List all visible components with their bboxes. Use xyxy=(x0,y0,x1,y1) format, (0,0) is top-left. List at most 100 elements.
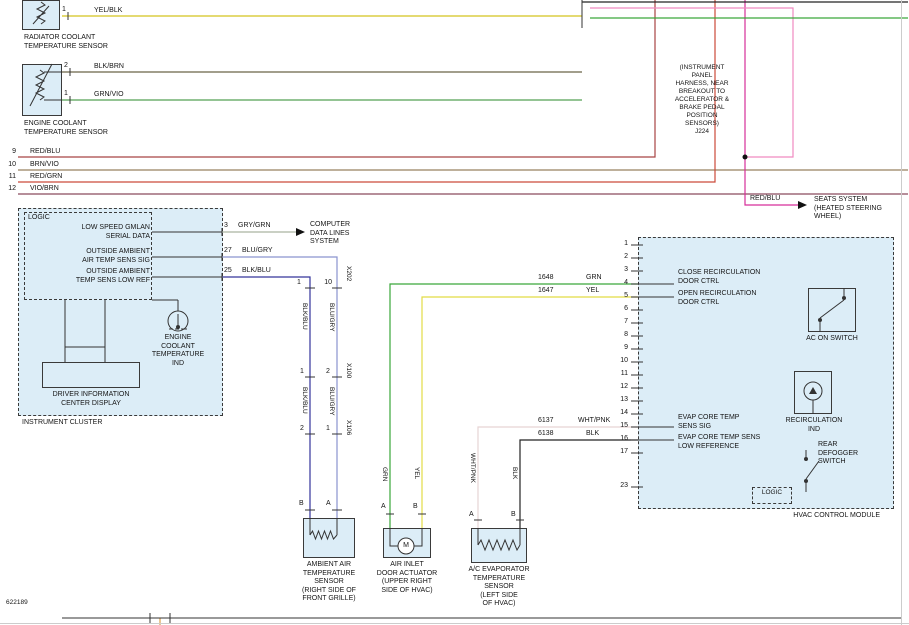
pin-number: 27 xyxy=(224,247,236,256)
hvac-pin-number: 10 xyxy=(610,357,628,366)
wire-color-label: RED/BLU xyxy=(30,148,60,157)
wire-color-label: BLU/GRY xyxy=(242,247,273,256)
hvac-pin-number: 15 xyxy=(610,422,628,431)
cluster-signal-label: OUTSIDE AMBIENT AIR TEMP SENS SIG xyxy=(54,248,150,265)
circuit-number: 6137 xyxy=(538,417,554,426)
ac-switch-contact-icon xyxy=(818,318,822,322)
hvac-logic-label: LOGIC xyxy=(753,489,791,497)
pin-number: 3 xyxy=(224,222,236,231)
ac-on-switch-label: AC ON SWITCH xyxy=(800,335,864,344)
gauge-bulb-icon xyxy=(176,325,180,329)
cluster-logic-label: LOGIC xyxy=(28,214,50,223)
wire-1647-yel xyxy=(422,297,638,528)
hvac-pin-number: 2 xyxy=(610,253,628,262)
diagram-id: 622189 xyxy=(6,599,28,607)
hvac-pin-number: 14 xyxy=(610,409,628,418)
wire-color-label-vertical: BLK/BLU xyxy=(300,387,308,414)
rear-defogger-switch-label: REAR DEFOGGER SWITCH xyxy=(818,441,858,467)
wire-color-label: RED/GRN xyxy=(30,173,62,182)
pin-number: 2 xyxy=(326,368,334,377)
wire-color-label: GRN xyxy=(586,274,602,283)
structural-lines xyxy=(62,0,901,623)
hvac-pin-number: 9 xyxy=(610,344,628,353)
hvac-pin-number: 23 xyxy=(610,482,628,491)
pin-number: 1 xyxy=(300,368,308,377)
j224-junction-dot xyxy=(743,155,748,160)
hvac-pin-number: 1 xyxy=(610,240,628,249)
pin-letter: B xyxy=(299,500,307,509)
ac-switch-contact-icon xyxy=(842,296,846,300)
hvac-signal-label: EVAP CORE TEMP SENS SIG xyxy=(678,414,739,431)
row-number: 10 xyxy=(2,161,16,170)
wire-blu-gry xyxy=(222,257,337,518)
row-number: 9 xyxy=(2,148,16,157)
wiring-diagram: RADIATOR COOLANT TEMPERATURE SENSOR 1 YE… xyxy=(0,0,909,625)
motor-letter: M xyxy=(402,542,411,551)
radiator-sensor-label: RADIATOR COOLANT TEMPERATURE SENSOR xyxy=(24,34,116,51)
circuit-number: 6138 xyxy=(538,430,554,439)
hvac-pin-number: 17 xyxy=(610,448,628,457)
wire-color-label: BLK/BLU xyxy=(242,267,271,276)
wire-color-label-vertical: BLK xyxy=(510,467,518,479)
row-number: 12 xyxy=(2,185,16,194)
pin-number: 2 xyxy=(64,62,74,71)
pin-number: 2 xyxy=(300,425,308,434)
wire-color-label-vertical: BLU/GRY xyxy=(327,303,335,331)
pin-letter: B xyxy=(511,511,519,520)
pin-letter: B xyxy=(413,503,421,512)
wire-color-label: VIO/BRN xyxy=(30,185,59,194)
hvac-pin-number: 3 xyxy=(610,266,628,275)
wire-color-label: BRN/VIO xyxy=(30,161,59,170)
evap-sensor-label: A/C EVAPORATOR TEMPERATURE SENSOR (LEFT … xyxy=(461,566,537,609)
defog-switch-contact-icon xyxy=(804,479,808,483)
engine-sensor-label: ENGINE COOLANT TEMPERATURE SENSOR xyxy=(24,120,116,137)
wire-color-label: WHT/PNK xyxy=(578,417,610,426)
viewer-frame-line xyxy=(0,0,909,625)
dic-display-label: DRIVER INFORMATION CENTER DISPLAY xyxy=(40,391,142,408)
hvac-module-label: HVAC CONTROL MODULE xyxy=(700,512,880,521)
hvac-pin-number: 4 xyxy=(610,279,628,288)
cluster-signal-label: LOW SPEED GMLAN SERIAL DATA xyxy=(54,224,150,241)
hvac-pin-number: 7 xyxy=(610,318,628,327)
connector-label: X106 xyxy=(344,420,352,435)
hvac-pin-number: 8 xyxy=(610,331,628,340)
defog-switch-contact-icon xyxy=(804,457,808,461)
hvac-pin-number: 13 xyxy=(610,396,628,405)
pin-number: 25 xyxy=(224,267,236,276)
wire-color-label: RED/BLU xyxy=(750,195,780,204)
computer-data-arrow-icon xyxy=(296,228,305,236)
hvac-pin-number: 11 xyxy=(610,370,628,379)
wire-magenta-j224 xyxy=(745,0,799,205)
recirc-ind-label: RECIRCULATION IND xyxy=(776,417,852,434)
wire-color-label: GRY/GRN xyxy=(238,222,271,231)
wire-color-label: GRN/VIO xyxy=(94,91,124,100)
j224-harness-note: (INSTRUMENT PANEL HARNESS, NEAR BREAKOUT… xyxy=(658,64,746,136)
hvac-signal-label: OPEN RECIRCULATION DOOR CTRL xyxy=(678,290,756,307)
hvac-pin-number: 16 xyxy=(610,435,628,444)
wire-color-label: BLK xyxy=(586,430,599,439)
wire-color-label-vertical: WHT/PNK xyxy=(468,453,476,483)
recirc-arrow-icon xyxy=(809,387,817,394)
cluster-signal-label: OUTSIDE AMBIENT TEMP SENS LOW REF xyxy=(54,268,150,285)
wire-color-label-vertical: BLU/GRY xyxy=(327,387,335,415)
hvac-signal-label: EVAP CORE TEMP SENS LOW REFERENCE xyxy=(678,434,760,451)
diagram-svg xyxy=(0,0,909,625)
pin-letter: A xyxy=(326,500,334,509)
pin-letter: A xyxy=(469,511,477,520)
hvac-pin-number: 6 xyxy=(610,305,628,314)
pin-number: 1 xyxy=(64,90,74,99)
connector-label: X202 xyxy=(344,266,352,281)
instrument-cluster-label: INSTRUMENT CLUSTER xyxy=(22,419,102,428)
pin-number: 1 xyxy=(326,425,334,434)
wire-color-label: YEL/BLK xyxy=(94,7,122,16)
pin-number: 10 xyxy=(320,279,332,288)
connector-label: X100 xyxy=(344,363,352,378)
hvac-signal-label: CLOSE RECIRCULATION DOOR CTRL xyxy=(678,269,760,286)
circuit-number: 1647 xyxy=(538,287,554,296)
computer-data-lines-label: COMPUTER DATA LINES SYSTEM xyxy=(310,221,380,247)
coolant-temp-ind-label: ENGINE COOLANT TEMPERATURE IND xyxy=(146,334,210,368)
ambient-sensor-label: AMBIENT AIR TEMPERATURE SENSOR (RIGHT SI… xyxy=(291,561,367,604)
wire-color-label: YEL xyxy=(586,287,599,296)
wire-color-label: BLK/BRN xyxy=(94,63,124,72)
wire-color-label-vertical: GRN xyxy=(380,467,388,481)
